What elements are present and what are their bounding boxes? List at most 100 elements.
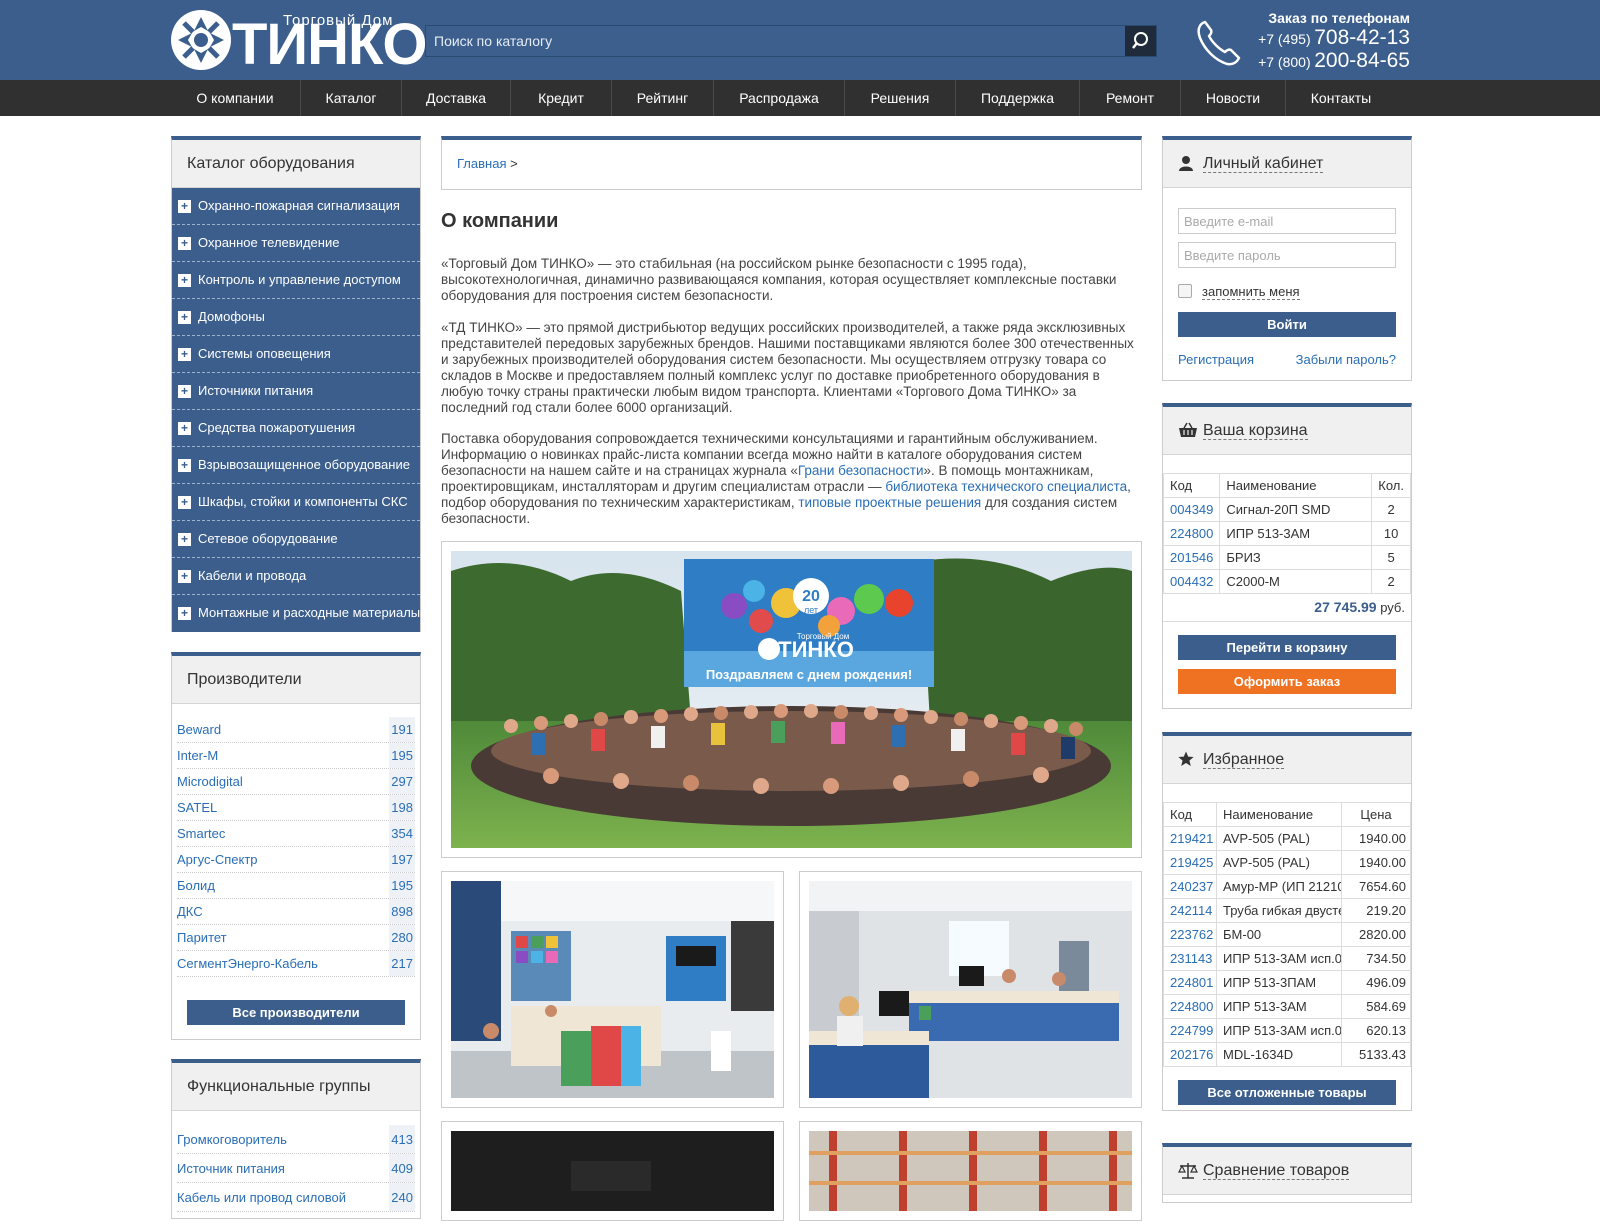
catalog-item[interactable]: + Взрывозащищенное оборудование [172,447,420,484]
phone-line-1[interactable]: +7 (495) 708-42-13 [1258,26,1410,50]
nav-item-sale[interactable]: Распродажа [714,80,845,116]
favorite-code-link[interactable]: 224801 [1170,975,1213,990]
favorite-code-link[interactable]: 240237 [1170,879,1213,894]
list-item[interactable]: СегментЭнерго-Кабель 217 [177,951,415,977]
manufacturer-link[interactable]: Smartec [177,826,225,841]
list-item[interactable]: Паритет 280 [177,925,415,951]
list-item[interactable]: Beward 191 [177,717,415,743]
register-link[interactable]: Регистрация [1178,352,1254,367]
cart-code-link[interactable]: 201546 [1170,550,1213,565]
office-photo-3[interactable] [441,1121,784,1221]
logo[interactable]: Торговый Дом ТИНКО [170,8,428,74]
manufacturer-link[interactable]: Паритет [177,930,227,945]
all-favorites-button[interactable]: Все отложенные товары [1178,1080,1396,1105]
manufacturer-link[interactable]: ДКС [177,904,203,919]
plus-icon[interactable]: + [178,274,191,287]
catalog-item[interactable]: + Охранно-пожарная сигнализация [172,188,420,225]
email-field[interactable] [1178,208,1396,234]
cart-code-link[interactable]: 004432 [1170,574,1213,589]
nav-item-delivery[interactable]: Доставка [402,80,511,116]
grani-link[interactable]: Грани безопасности [798,463,924,478]
office-photo-1[interactable] [441,871,784,1108]
nav-item-solutions[interactable]: Решения [845,80,956,116]
plus-icon[interactable]: + [178,200,191,213]
remember-label[interactable]: запомнить меня [1202,284,1300,300]
nav-item-about[interactable]: О компании [170,80,301,116]
favorites-title[interactable]: Избранное [1203,751,1285,769]
solutions-link[interactable]: типовые проектные решения [798,495,981,510]
plus-icon[interactable]: + [178,237,191,250]
manufacturer-link[interactable]: SATEL [177,800,217,815]
password-field[interactable] [1178,242,1396,268]
cart-title[interactable]: Ваша корзина [1203,422,1308,440]
compare-title[interactable]: Сравнение товаров [1203,1162,1350,1180]
manufacturer-link[interactable]: Болид [177,878,215,893]
cabinet-title[interactable]: Личный кабинет [1203,155,1324,173]
list-item[interactable]: Кабель или провод силовой 240 [177,1183,415,1212]
group-link[interactable]: Кабель или провод силовой [177,1190,346,1205]
catalog-item[interactable]: + Системы оповещения [172,336,420,373]
library-link[interactable]: библиотека технического специалиста [885,479,1127,494]
manufacturer-link[interactable]: Аргус-Спектр [177,852,258,867]
group-link[interactable]: Громкоговоритель [177,1132,287,1147]
catalog-item[interactable]: + Средства пожаротушения [172,410,420,447]
nav-item-repair[interactable]: Ремонт [1080,80,1181,116]
search-input[interactable] [426,26,1126,56]
nav-item-catalog[interactable]: Каталог [301,80,402,116]
manufacturer-link[interactable]: СегментЭнерго-Кабель [177,956,318,971]
catalog-item[interactable]: + Кабели и провода [172,558,420,595]
phone-line-2[interactable]: +7 (800) 200-84-65 [1258,49,1410,73]
favorite-code-link[interactable]: 219425 [1170,855,1213,870]
office-photo-2[interactable] [799,871,1142,1108]
favorite-code-link[interactable]: 224800 [1170,999,1213,1014]
breadcrumb-home[interactable]: Главная [457,156,506,171]
favorite-code-link[interactable]: 223762 [1170,927,1213,942]
login-button[interactable]: Войти [1178,312,1396,337]
cart-code-link[interactable]: 224800 [1170,526,1213,541]
plus-icon[interactable]: + [178,607,191,620]
nav-item-rating[interactable]: Рейтинг [612,80,714,116]
list-item[interactable]: Громкоговоритель 413 [177,1125,415,1154]
nav-item-contacts[interactable]: Контакты [1286,80,1396,116]
plus-icon[interactable]: + [178,422,191,435]
forgot-password-link[interactable]: Забыли пароль? [1296,352,1396,367]
favorite-code-link[interactable]: 242114 [1170,903,1212,918]
nav-item-credit[interactable]: Кредит [511,80,612,116]
office-photo-4[interactable] [799,1121,1142,1221]
plus-icon[interactable]: + [178,496,191,509]
search-button[interactable] [1125,26,1156,56]
all-manufacturers-button[interactable]: Все производители [187,1000,405,1025]
catalog-item[interactable]: + Сетевое оборудование [172,521,420,558]
catalog-item[interactable]: + Контроль и управление доступом [172,262,420,299]
plus-icon[interactable]: + [178,311,191,324]
group-link[interactable]: Источник питания [177,1161,285,1176]
list-item[interactable]: Источник питания 409 [177,1154,415,1183]
list-item[interactable]: ДКС 898 [177,899,415,925]
list-item[interactable]: Аргус-Спектр 197 [177,847,415,873]
catalog-item[interactable]: + Шкафы, стойки и компоненты СКС [172,484,420,521]
manufacturer-link[interactable]: Inter-M [177,748,218,763]
catalog-item[interactable]: + Источники питания [172,373,420,410]
plus-icon[interactable]: + [178,533,191,546]
list-item[interactable]: Smartec 354 [177,821,415,847]
nav-item-support[interactable]: Поддержка [956,80,1080,116]
plus-icon[interactable]: + [178,385,191,398]
favorite-code-link[interactable]: 202176 [1170,1047,1213,1062]
manufacturer-link[interactable]: Microdigital [177,774,243,789]
catalog-item[interactable]: + Охранное телевидение [172,225,420,262]
favorite-code-link[interactable]: 231143 [1170,951,1212,966]
cart-code-link[interactable]: 004349 [1170,502,1213,517]
go-to-cart-button[interactable]: Перейти в корзину [1178,635,1396,660]
remember-checkbox[interactable] [1178,284,1192,298]
plus-icon[interactable]: + [178,570,191,583]
favorite-code-link[interactable]: 224799 [1170,1023,1213,1038]
catalog-item[interactable]: + Монтажные и расходные материалы [172,595,420,632]
catalog-item[interactable]: + Домофоны [172,299,420,336]
favorite-code-link[interactable]: 219421 [1170,831,1213,846]
list-item[interactable]: Болид 195 [177,873,415,899]
list-item[interactable]: Microdigital 297 [177,769,415,795]
list-item[interactable]: SATEL 198 [177,795,415,821]
plus-icon[interactable]: + [178,459,191,472]
group-photo[interactable]: 20 лет Торговый Дом ТИНКО Поздравляем с … [441,541,1142,858]
list-item[interactable]: Inter-M 195 [177,743,415,769]
